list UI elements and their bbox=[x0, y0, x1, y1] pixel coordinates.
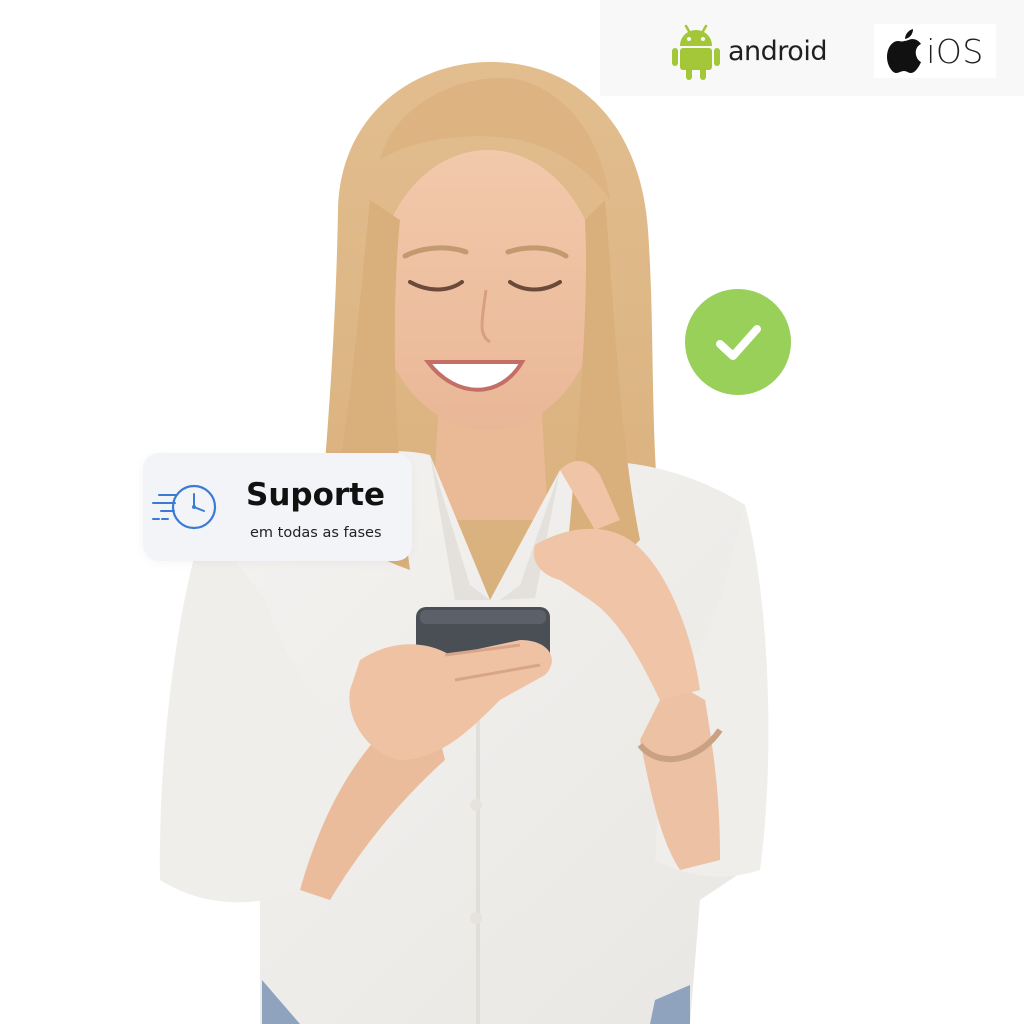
ios-label: iOS bbox=[926, 31, 984, 71]
apple-logo-icon bbox=[887, 29, 922, 73]
ios-badge[interactable]: iOS bbox=[874, 24, 996, 78]
android-label: android bbox=[728, 35, 827, 67]
support-subtitle: em todas as fases bbox=[250, 525, 382, 541]
support-title: Suporte bbox=[246, 477, 386, 513]
fast-clock-icon bbox=[152, 484, 217, 530]
check-badge bbox=[685, 289, 791, 395]
android-robot-icon bbox=[672, 24, 720, 80]
platform-bar: android iOS bbox=[600, 0, 1024, 96]
support-card: Suporte em todas as fases bbox=[143, 453, 412, 561]
check-icon bbox=[716, 325, 761, 360]
android-badge[interactable]: android bbox=[672, 22, 827, 80]
